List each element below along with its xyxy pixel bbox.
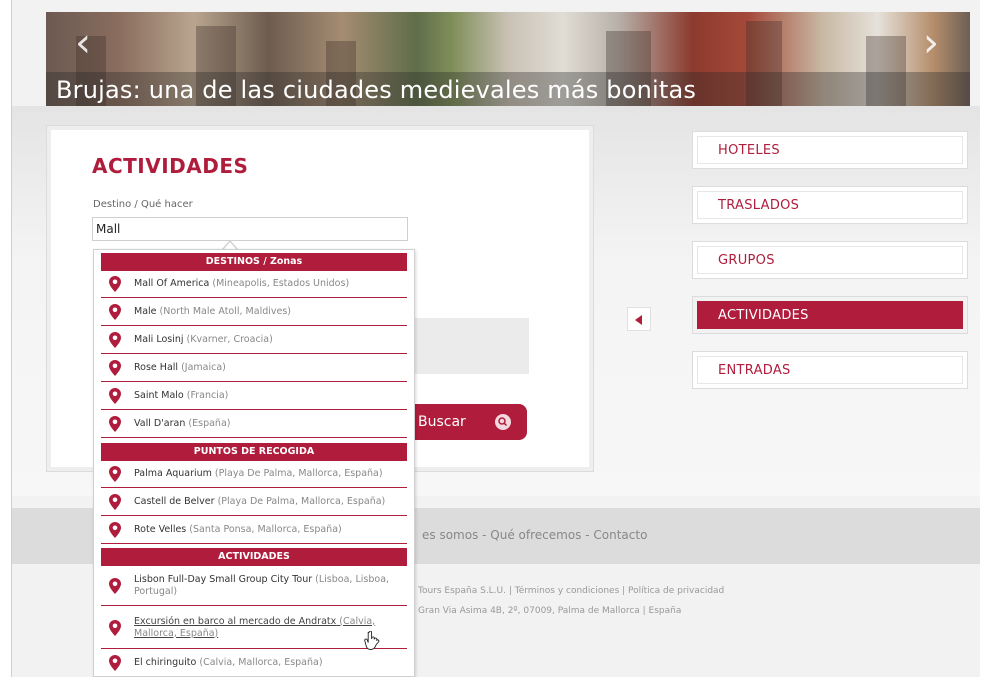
menu-item-label: ENTRADAS <box>697 356 963 384</box>
map-pin-icon <box>109 388 121 404</box>
list-item-location: (Calvia, Mallorca, España) <box>199 657 323 668</box>
list-item[interactable]: Saint Malo (Francia) <box>101 383 407 410</box>
list-item-location: (España) <box>188 418 231 429</box>
list-item-hovered[interactable]: Excursión en barco al mercado de Andratx… <box>101 607 407 649</box>
map-pin-icon <box>109 416 121 432</box>
menu-item-entradas[interactable]: ENTRADAS <box>692 351 968 389</box>
date-field-placeholder[interactable] <box>412 318 529 374</box>
map-pin-icon <box>109 619 121 636</box>
list-item[interactable]: Castell de Belver (Playa De Palma, Mallo… <box>101 489 407 516</box>
list-item[interactable]: El chiringuito (Calvia, Mallorca, España… <box>101 650 407 676</box>
menu-item-actividades[interactable]: ACTIVIDADES <box>692 296 968 334</box>
list-item-text: Palma Aquarium (Playa De Palma, Mallorca… <box>134 468 400 480</box>
map-pin-icon <box>109 276 121 292</box>
list-item-text: Vall D'aran (España) <box>134 418 400 430</box>
hero-title: Brujas: una de las ciudades medievales m… <box>56 76 697 104</box>
map-pin-icon <box>109 304 121 320</box>
list-item-name: Mali Losinj <box>134 334 184 345</box>
form-title: ACTIVIDADES <box>92 154 249 178</box>
list-item[interactable]: Rote Velles (Santa Ponsa, Mallorca, Espa… <box>101 517 407 544</box>
list-item[interactable]: Male (North Male Atoll, Maldives) <box>101 299 407 326</box>
section-header-destinos: DESTINOS / Zonas <box>101 253 407 271</box>
active-pointer <box>627 307 651 331</box>
map-pin-icon <box>109 332 121 348</box>
list-item-location: (North Male Atoll, Maldives) <box>159 306 292 317</box>
list-item-name: Rose Hall <box>134 362 179 373</box>
list-item-name: Mall Of America <box>134 278 210 289</box>
menu-item-traslados[interactable]: TRASLADOS <box>692 186 968 224</box>
hand-cursor-icon <box>364 631 380 650</box>
list-item-name: Lisbon Full-Day Small Group City Tour <box>134 573 313 585</box>
search-button[interactable]: Buscar <box>405 404 527 440</box>
destination-label: Destino / Qué hacer <box>93 199 193 210</box>
hero-next-arrow[interactable]: › <box>916 18 946 68</box>
list-item-text: Male (North Male Atoll, Maldives) <box>134 306 400 318</box>
list-item[interactable]: Vall D'aran (España) <box>101 411 407 438</box>
list-item-location: (Playa De Palma, Mallorca, España) <box>217 496 386 507</box>
list-item-name: Vall D'aran <box>134 418 186 429</box>
list-item-text: Mali Losinj (Kvarner, Croacia) <box>134 334 400 346</box>
menu-item-hoteles[interactable]: HOTELES <box>692 131 968 169</box>
list-item-name: Castell de Belver <box>134 496 215 507</box>
map-pin-icon <box>109 522 121 538</box>
list-item-name: Excursión en barco al mercado de Andratx <box>134 615 337 627</box>
search-button-label: Buscar <box>418 414 466 430</box>
list-item-location: (Jamaica) <box>181 362 226 373</box>
list-item-location: (Santa Ponsa, Mallorca, España) <box>189 524 342 535</box>
footer-legal[interactable]: Tours España S.L.U. | Términos y condici… <box>418 586 724 596</box>
menu-item-label: TRASLADOS <box>697 191 963 219</box>
list-item-text: Castell de Belver (Playa De Palma, Mallo… <box>134 496 400 508</box>
list-item[interactable]: Palma Aquarium (Playa De Palma, Mallorca… <box>101 461 407 488</box>
list-item-text: Lisbon Full-Day Small Group City Tour (L… <box>134 574 400 598</box>
list-item-text: Mall Of America (Mineapolis, Estados Uni… <box>134 278 400 290</box>
list-item-location: (Mineapolis, Estados Unidos) <box>212 278 350 289</box>
section-header-puntos: PUNTOS DE RECOGIDA <box>101 443 407 461</box>
list-item-location: (Playa De Palma, Mallorca, España) <box>214 468 383 479</box>
list-item-text: Rose Hall (Jamaica) <box>134 362 400 374</box>
map-pin-icon <box>109 466 121 482</box>
list-item-text: Rote Velles (Santa Ponsa, Mallorca, Espa… <box>134 524 400 536</box>
map-pin-icon <box>109 360 121 376</box>
menu-item-grupos[interactable]: GRUPOS <box>692 241 968 279</box>
list-item[interactable]: Lisbon Full-Day Small Group City Tour (L… <box>101 566 407 606</box>
triangle-left-icon <box>635 315 642 325</box>
footer-address: Gran Via Asima 4B, 2º, 07009, Palma de M… <box>418 606 682 616</box>
list-item[interactable]: Rose Hall (Jamaica) <box>101 355 407 382</box>
list-item-name: Saint Malo <box>134 390 184 401</box>
list-item-text: El chiringuito (Calvia, Mallorca, España… <box>134 657 400 669</box>
autocomplete-dropdown: DESTINOS / Zonas Mall Of America (Mineap… <box>93 249 415 677</box>
map-pin-icon <box>109 655 121 671</box>
destination-input[interactable] <box>92 217 408 241</box>
list-item-name: Rote Velles <box>134 524 187 535</box>
list-item-location: (Francia) <box>186 390 229 401</box>
footer-links[interactable]: es somos - Qué ofrecemos - Contacto <box>422 528 647 542</box>
list-item-text: Saint Malo (Francia) <box>134 390 400 402</box>
map-pin-icon <box>109 494 121 510</box>
hero-banner: ‹ › Brujas: una de las ciudades medieval… <box>46 12 970 106</box>
search-icon <box>495 414 511 430</box>
list-item-location: (Kvarner, Croacia) <box>186 334 273 345</box>
list-item[interactable]: Mall Of America (Mineapolis, Estados Uni… <box>101 271 407 298</box>
menu-item-label: GRUPOS <box>697 246 963 274</box>
list-item-name: Male <box>134 306 157 317</box>
list-item-name: El chiringuito <box>134 657 197 668</box>
list-item[interactable]: Mali Losinj (Kvarner, Croacia) <box>101 327 407 354</box>
dropdown-caret-inner <box>224 242 236 249</box>
section-header-actividades: ACTIVIDADES <box>101 548 407 566</box>
hero-prev-arrow[interactable]: ‹ <box>68 18 98 68</box>
list-item-text: Excursión en barco al mercado de Andratx… <box>134 616 400 640</box>
menu-item-label: ACTIVIDADES <box>697 301 963 329</box>
map-pin-icon <box>109 577 121 594</box>
menu-item-label: HOTELES <box>697 136 963 164</box>
list-item-name: Palma Aquarium <box>134 468 212 479</box>
